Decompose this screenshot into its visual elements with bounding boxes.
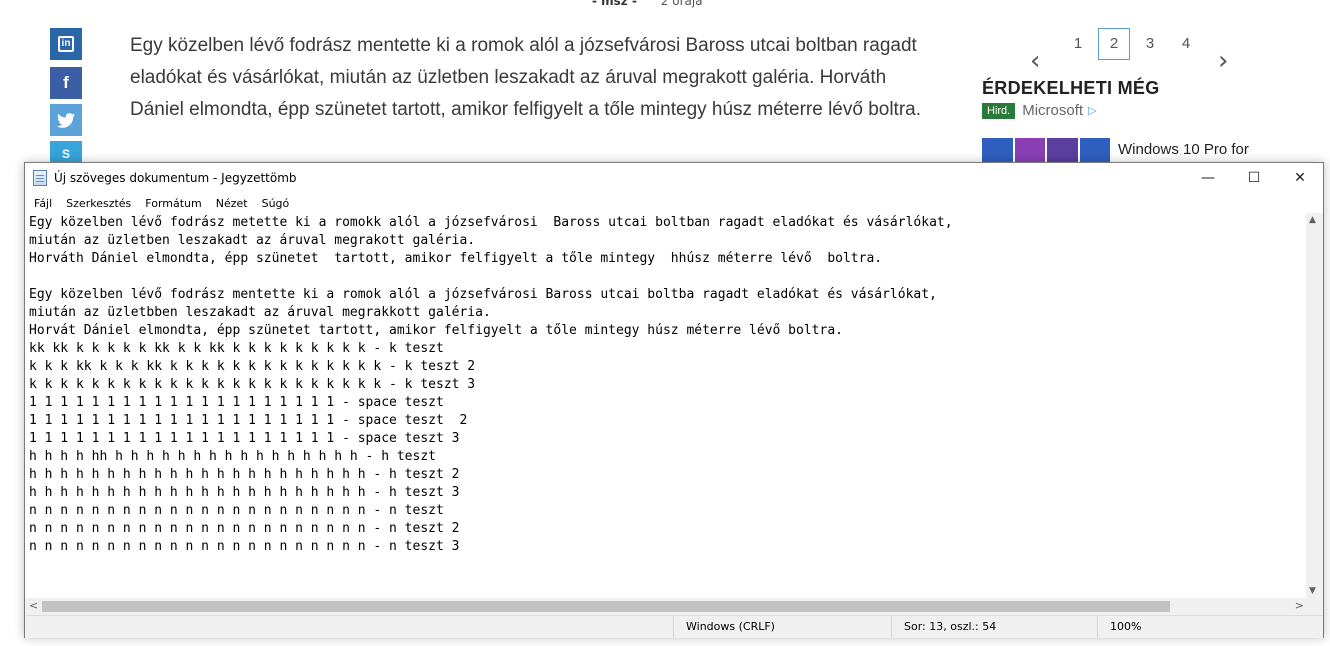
twitter-share-button[interactable]	[50, 104, 82, 136]
scrollbar-corner	[1306, 598, 1323, 615]
sidebar-heading: ÉRDEKELHETI MÉG	[982, 78, 1160, 98]
close-button[interactable]: ✕	[1277, 163, 1323, 193]
editor-line: Egy közelben lévő fodrász metette ki a r…	[29, 215, 953, 230]
vertical-scrollbar[interactable]: ▲ ▼	[1306, 213, 1323, 598]
byline-author: - msz -	[592, 0, 637, 8]
ad-badge: Hird.	[982, 102, 1016, 119]
article-text: Egy közelben lévő fodrász mentette ki a …	[130, 35, 922, 120]
maximize-button[interactable]: ☐	[1231, 163, 1277, 193]
skype-icon: S	[61, 147, 70, 161]
editor-line: miután az üzletben leszakadt az áruval m…	[29, 233, 476, 248]
pager-next-button[interactable]: ›	[1218, 46, 1228, 76]
ad-choices-icon[interactable]: ▷	[1088, 104, 1096, 117]
editor-line: h h h h h h h h h h h h h h h h h h h h …	[29, 467, 460, 482]
editor-line: 1 1 1 1 1 1 1 1 1 1 1 1 1 1 1 1 1 1 1 1 …	[29, 413, 468, 428]
status-zoom: 100%	[1097, 616, 1297, 638]
twitter-icon	[57, 112, 75, 128]
horizontal-scroll-thumb[interactable]	[42, 601, 1170, 612]
facebook-icon: f	[63, 73, 69, 92]
editor-line: miután az üzletbben leszakadt az áruval …	[29, 305, 491, 320]
editor-line: h h h h h h h h h h h h h h h h h h h h …	[29, 485, 460, 500]
editor-line: k k k k k k k k k k k k k k k k k k k k …	[29, 377, 476, 392]
scroll-down-arrow[interactable]: ▼	[1309, 586, 1316, 596]
linkedin-share-button[interactable]: in	[50, 28, 82, 60]
title-bar[interactable]: Új szöveges dokumentum - Jegyzettömb — ☐…	[25, 163, 1323, 193]
editor-line: n n n n n n n n n n n n n n n n n n n n …	[29, 539, 460, 554]
menu-view[interactable]: Nézet	[209, 197, 255, 210]
editor-line: Egy közelben lévő fodrász mentette ki a …	[29, 287, 937, 302]
byline-time: 2 órája	[660, 0, 703, 8]
editor-line: 1 1 1 1 1 1 1 1 1 1 1 1 1 1 1 1 1 1 1 1 …	[29, 431, 460, 446]
menu-bar: Fájl Szerkesztés Formátum Nézet Súgó	[25, 193, 296, 213]
facebook-share-button[interactable]: f	[50, 67, 82, 99]
pager-page-3[interactable]: 3	[1134, 28, 1166, 60]
horizontal-scrollbar[interactable]: < >	[25, 598, 1308, 615]
status-bar: Windows (CRLF) Sor: 13, oszl.: 54 100%	[25, 615, 1323, 638]
ad-thumbnail[interactable]	[982, 138, 1110, 164]
notepad-icon	[33, 170, 47, 186]
status-cursor-position: Sor: 13, oszl.: 54	[891, 616, 1109, 638]
ad-source[interactable]: Microsoft	[1022, 102, 1083, 119]
menu-format[interactable]: Formátum	[138, 197, 208, 210]
pager-page-4[interactable]: 4	[1170, 28, 1202, 60]
status-line-ending: Windows (CRLF)	[673, 616, 891, 638]
editor-line: k k k kk k k k kk k k k k k k k k k k k …	[29, 359, 476, 374]
scroll-right-arrow[interactable]: >	[1295, 599, 1304, 612]
text-editor[interactable]: Egy közelben lévő fodrász metette ki a r…	[25, 213, 1308, 598]
scroll-left-arrow[interactable]: <	[29, 599, 38, 612]
menu-file[interactable]: Fájl	[27, 197, 59, 210]
editor-line: kk kk k k k k k kk k k kk k k k k k k k …	[29, 341, 444, 356]
pager-page-2[interactable]: 2	[1098, 28, 1130, 60]
ad-sponsor-row: Hird. Microsoft ▷	[982, 102, 1097, 119]
skype-share-button[interactable]: S	[50, 141, 82, 163]
notepad-window: Új szöveges dokumentum - Jegyzettömb — ☐…	[24, 162, 1324, 638]
article-byline: - msz - 2 órája	[592, 0, 703, 8]
ad-title[interactable]: Windows 10 Pro for	[1118, 141, 1249, 158]
linkedin-icon: in	[58, 36, 74, 52]
editor-line: Horvát Dániel elmondta, épp szünetet tar…	[29, 323, 843, 338]
pager-page-1[interactable]: 1	[1062, 28, 1094, 60]
editor-line: 1 1 1 1 1 1 1 1 1 1 1 1 1 1 1 1 1 1 1 1 …	[29, 395, 444, 410]
window-controls: — ☐ ✕	[1185, 163, 1323, 193]
menu-help[interactable]: Súgó	[255, 197, 297, 210]
minimize-button[interactable]: —	[1185, 163, 1231, 193]
window-title: Új szöveges dokumentum - Jegyzettömb	[54, 171, 297, 185]
scroll-up-arrow[interactable]: ▲	[1309, 215, 1316, 225]
editor-line: n n n n n n n n n n n n n n n n n n n n …	[29, 503, 444, 518]
pager-prev-button[interactable]: ‹	[1030, 46, 1040, 76]
editor-line: h h h h hh h h h h h h h h h h h h h h h…	[29, 449, 436, 464]
editor-line: n n n n n n n n n n n n n n n n n n n n …	[29, 521, 460, 536]
menu-edit[interactable]: Szerkesztés	[59, 197, 138, 210]
editor-line: Horváth Dániel elmondta, épp szünetet ta…	[29, 251, 883, 266]
